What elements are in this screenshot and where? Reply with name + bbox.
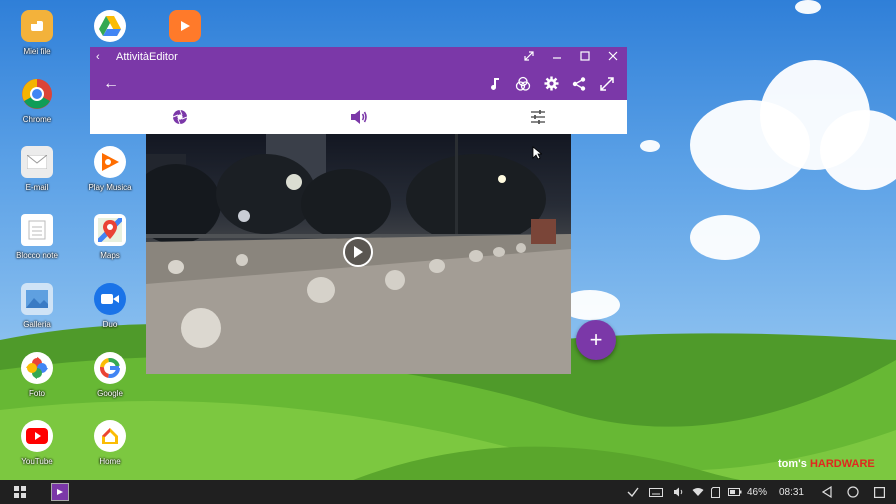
volume-icon[interactable] xyxy=(669,487,689,497)
watermark-part1: tom's xyxy=(778,458,807,470)
play-button[interactable] xyxy=(343,237,373,267)
battery-icon xyxy=(725,488,745,496)
add-fab-button[interactable]: + xyxy=(576,320,616,360)
wifi-icon xyxy=(689,487,707,497)
desktop-icon-label: Galleria xyxy=(23,320,51,329)
desktop-icon-label: Chrome xyxy=(22,115,52,124)
desktop-icon-label: Play Musica xyxy=(88,183,132,192)
photos-icon xyxy=(21,352,53,384)
app-toolbar: ← xyxy=(90,67,627,100)
home-nav-icon[interactable] xyxy=(840,486,866,498)
taskbar-videoshow-app[interactable] xyxy=(51,483,69,501)
duo-icon xyxy=(94,283,126,315)
window-back-button[interactable]: ‹ xyxy=(96,51,110,63)
collapse-icon[interactable] xyxy=(515,50,543,64)
desktop-icon-google[interactable]: Google xyxy=(75,352,145,398)
desktop-icon-label: Blocco note xyxy=(16,251,58,260)
toolbar-back-arrow[interactable]: ← xyxy=(103,75,481,93)
cloud xyxy=(640,140,660,152)
filter-icon[interactable] xyxy=(509,76,537,92)
home-icon xyxy=(94,420,126,452)
sd-card-icon xyxy=(707,486,725,498)
play-music-icon xyxy=(94,146,126,178)
back-nav-icon[interactable] xyxy=(814,486,840,498)
desktop-icon-label: Google xyxy=(97,389,123,398)
desktop-icon-label: Miei file xyxy=(23,47,51,56)
music-note-icon[interactable] xyxy=(481,77,509,91)
folder-icon xyxy=(21,10,53,42)
close-icon[interactable] xyxy=(599,51,627,64)
aperture-icon xyxy=(172,109,187,125)
notepad-icon xyxy=(21,214,53,246)
drive-icon xyxy=(94,10,126,42)
minimize-icon[interactable] xyxy=(543,51,571,64)
desktop-icon-miei-file[interactable]: Miei file xyxy=(2,10,72,56)
cloud xyxy=(690,215,760,260)
keyboard-icon[interactable] xyxy=(643,487,669,497)
window-title: AttivitàEditor xyxy=(116,51,178,63)
fullscreen-icon[interactable] xyxy=(593,76,621,91)
desktop-icon-videoshow[interactable] xyxy=(150,10,220,42)
watermark-part2: HARDWARE xyxy=(809,458,875,470)
desktop-icon-label: Maps xyxy=(100,251,120,260)
desktop-icon-email[interactable]: E-mail xyxy=(2,146,72,192)
chrome-icon xyxy=(21,78,53,110)
videoshow-icon xyxy=(169,10,201,42)
battery-level: 46% xyxy=(746,486,767,498)
sliders-icon xyxy=(530,110,545,124)
desktop-icon-duo[interactable]: Duo xyxy=(75,283,145,329)
desktop-icon-foto[interactable]: Foto xyxy=(2,352,72,398)
desktop-icon-label: YouTube xyxy=(21,457,53,466)
desktop-icon-label: Home xyxy=(99,457,121,466)
desktop-icon-galleria[interactable]: Galleria xyxy=(2,283,72,329)
window-titlebar[interactable]: ‹ AttivitàEditor xyxy=(90,47,627,67)
mail-icon xyxy=(21,146,53,178)
editor-window[interactable]: ‹ AttivitàEditor ← xyxy=(90,47,627,134)
desktop-icon-maps[interactable]: Maps xyxy=(75,214,145,260)
google-icon xyxy=(94,352,126,384)
desktop-icon-label: Duo xyxy=(102,320,118,329)
recents-nav-icon[interactable] xyxy=(866,486,892,498)
tab-audio[interactable] xyxy=(269,109,448,125)
maps-icon xyxy=(94,214,126,246)
watermark-logo: tom's HARDWARE xyxy=(778,458,875,470)
mouse-cursor-icon xyxy=(532,146,542,160)
video-preview[interactable] xyxy=(146,134,571,374)
desktop-icon-chrome[interactable]: Chrome xyxy=(2,78,72,124)
taskbar: 46% 08:31 xyxy=(0,480,896,504)
wifi-settings-icon[interactable] xyxy=(623,487,643,497)
desktop-icon-youtube[interactable]: YouTube xyxy=(2,420,72,466)
desktop-icon-label: E-mail xyxy=(25,183,49,192)
app-drawer-icon[interactable] xyxy=(10,486,30,498)
tab-effects[interactable] xyxy=(90,109,269,125)
desktop-icon-play-musica[interactable]: Play Musica xyxy=(75,146,145,192)
tab-adjust[interactable] xyxy=(448,110,627,124)
gallery-icon xyxy=(21,283,53,315)
clock: 08:31 xyxy=(778,486,804,498)
desktop-icon-drive[interactable] xyxy=(75,10,145,42)
youtube-icon xyxy=(21,420,53,452)
desktop-icon-blocco-note[interactable]: Blocco note xyxy=(2,214,72,260)
play-icon xyxy=(354,246,363,258)
desktop-icon-label: Foto xyxy=(28,389,45,398)
volume-icon xyxy=(350,110,367,124)
gear-icon[interactable] xyxy=(537,76,565,91)
desktop-icon-home[interactable]: Home xyxy=(75,420,145,466)
share-icon[interactable] xyxy=(565,76,593,91)
editor-tabs xyxy=(90,100,627,134)
cloud xyxy=(795,0,821,14)
maximize-icon[interactable] xyxy=(571,50,599,64)
